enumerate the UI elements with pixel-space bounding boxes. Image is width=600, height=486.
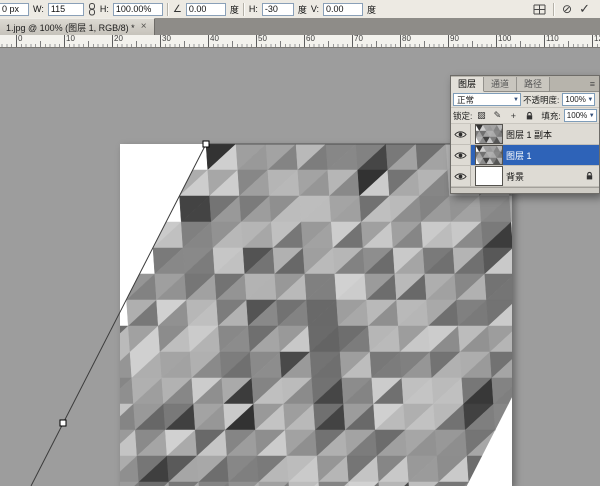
background-lock-icon [585,171,594,181]
rotation-input[interactable]: 0.00 [186,3,226,16]
width-input[interactable]: 115 [48,3,84,16]
degree-unit: 度 [230,3,239,16]
layer-row-selected[interactable]: 图层 1 [451,145,599,166]
ruler-label: 100 [498,35,511,43]
separator [243,3,245,16]
ruler-label: 60 [306,35,315,43]
lock-position-icon[interactable]: + [506,109,520,123]
chevron-down-icon: ▼ [513,97,519,103]
panel-menu-icon[interactable]: ≡ [586,77,599,91]
layers-list: 图层 1 副本 图层 1 背景 [451,124,599,187]
separator [167,3,169,16]
tab-channels[interactable]: 通道 [484,77,517,91]
opacity-input[interactable]: 100% ▼ [562,93,595,106]
ruler-label: 80 [402,35,411,43]
tab-layers[interactable]: 图层 [451,77,484,92]
separator [553,3,555,16]
rotation-angle-icon: ∠ [173,4,182,15]
blend-mode-value: 正常 [457,94,474,106]
height-label: H: [100,4,109,14]
degree-unit: 度 [298,3,307,16]
layer-row-copy[interactable]: 图层 1 副本 [451,124,599,145]
chevron-down-icon: ▼ [587,97,593,103]
tab-close-icon[interactable]: × [141,22,147,32]
width-label: W: [33,4,44,14]
ruler-label: 50 [258,35,267,43]
link-dimensions-icon[interactable] [88,3,96,16]
document-tab[interactable]: 1.jpg @ 100% (图层 1, RGB/8) * × [0,18,155,35]
ruler-label: 120 [594,35,600,43]
ruler-label: 110 [546,35,559,43]
cancel-transform-icon[interactable]: ⊘ [562,3,572,15]
layers-panel: 图层 通道 路径 ≡ 正常 ▼ 不透明度: 100% ▼ 锁定: ▨ ✎ + 填… [450,75,600,194]
ruler-label: 30 [162,35,171,43]
layer-thumbnail[interactable] [475,124,503,144]
skew-vertical-input[interactable]: 0.00 [323,3,363,16]
layer-name[interactable]: 背景 [506,170,585,183]
skew-horizontal-input[interactable]: -30 [262,3,294,16]
blend-mode-row: 正常 ▼ 不透明度: 100% ▼ [451,92,599,108]
document-tab-title: 1.jpg @ 100% (图层 1, RGB/8) * [6,21,135,34]
layer-name[interactable]: 图层 1 副本 [506,128,599,141]
chevron-down-icon: ▼ [589,113,595,119]
layer-thumbnail[interactable] [475,145,503,165]
eye-icon [454,151,467,160]
horizontal-ruler: 0 10 20 30 40 50 60 70 80 90 100 110 120 [0,35,600,48]
eye-icon [454,130,467,139]
lock-label: 锁定: [453,110,472,122]
ruler-label: 10 [66,35,75,43]
lock-pixels-icon[interactable]: ✎ [490,109,504,123]
fill-input[interactable]: 100% ▼ [564,109,597,122]
transform-options-bar: 0 px W: 115 H: 100.00% ∠ 0.00 度 H: -30 度… [0,0,600,19]
document-page [120,144,512,486]
ruler-label: 40 [210,35,219,43]
photoshop-window: 0 px W: 115 H: 100.00% ∠ 0.00 度 H: -30 度… [0,0,600,486]
ruler-label: 90 [450,35,459,43]
transformed-layer-content[interactable] [120,144,512,486]
skew-vertical-label: V: [311,4,319,14]
visibility-toggle[interactable] [451,124,471,144]
opacity-value: 100% [565,95,585,104]
warp-mode-toggle-icon[interactable] [533,4,546,15]
ruler-label: 0 [18,35,22,43]
commit-transform-icon[interactable]: ✓ [579,3,590,15]
eye-icon [454,172,467,181]
height-input[interactable]: 100.00% [113,3,163,16]
blend-mode-select[interactable]: 正常 ▼ [453,93,521,106]
degree-unit: 度 [367,3,376,16]
fill-value: 100% [567,111,587,120]
visibility-toggle[interactable] [451,145,471,165]
ruler-label: 20 [114,35,123,43]
skew-horizontal-label: H: [249,4,258,14]
lock-row: 锁定: ▨ ✎ + 填充: 100% ▼ [451,108,599,124]
layer-row-background[interactable]: 背景 [451,166,599,187]
visibility-toggle[interactable] [451,166,471,186]
lock-all-icon[interactable] [522,109,536,123]
panel-bottom-bar [451,187,599,193]
ruler-label: 70 [354,35,363,43]
opacity-label: 不透明度: [523,94,559,106]
layer-name[interactable]: 图层 1 [506,149,599,162]
y-position-field[interactable]: 0 px [0,3,29,16]
transform-handle-left-middle[interactable] [60,420,66,426]
lock-transparency-icon[interactable]: ▨ [474,109,488,123]
tab-paths[interactable]: 路径 [517,77,550,91]
fill-label: 填充: [541,110,560,122]
panel-tab-strip: 图层 通道 路径 ≡ [451,76,599,92]
layer-thumbnail[interactable] [475,166,503,186]
